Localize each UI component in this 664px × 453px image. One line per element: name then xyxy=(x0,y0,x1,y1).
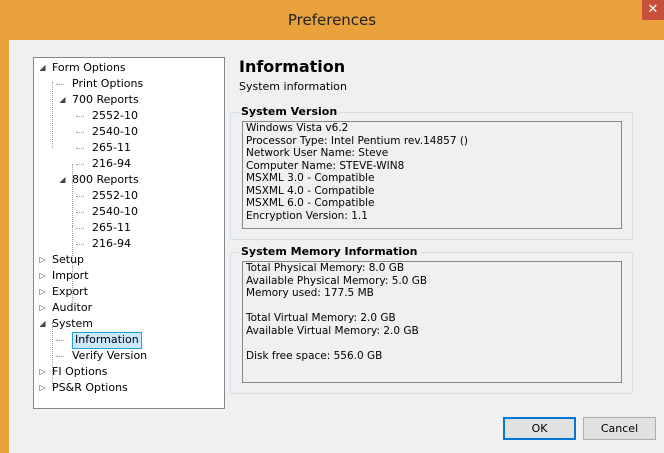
system-version-group: System Version Windows Vista v6.2 Proces… xyxy=(230,105,633,240)
system-version-line: MSXML 4.0 - Compatible xyxy=(246,184,375,197)
tree-connector xyxy=(56,356,64,357)
system-version-label: System Version xyxy=(239,105,340,118)
tree-item[interactable]: 700 Reports xyxy=(72,92,139,107)
tree-item[interactable]: Export xyxy=(52,284,88,299)
tree-item[interactable]: Import xyxy=(52,268,89,283)
tree-item[interactable]: 2540-10 xyxy=(92,124,138,139)
tree-connector xyxy=(76,244,84,245)
system-version-line: MSXML 3.0 - Compatible xyxy=(246,172,375,184)
tree-item[interactable]: System xyxy=(52,316,93,331)
tree-item[interactable]: 265-11 xyxy=(92,220,131,235)
tree-item[interactable]: Setup xyxy=(52,252,84,267)
tree-guide-line xyxy=(52,322,53,386)
memory-line xyxy=(243,300,621,313)
system-version-line: MSXML 6.0 - Compatible xyxy=(246,197,375,209)
tree-item[interactable]: Form Options xyxy=(52,60,126,75)
system-version-line: Network User Name: Steve xyxy=(246,147,389,159)
collapse-arrow-icon[interactable]: ◢ xyxy=(58,172,67,187)
tree-guide-line xyxy=(52,82,53,148)
memory-line: Available Virtual Memory: 2.0 GB xyxy=(246,324,419,337)
system-version-line: Computer Name: STEVE-WIN8 xyxy=(246,159,405,172)
memory-line: Memory used: 177.5 MB xyxy=(246,287,374,299)
expand-arrow-icon[interactable]: ▷ xyxy=(38,284,47,299)
tree-item[interactable]: FI Options xyxy=(52,364,108,379)
tree-connector xyxy=(56,340,64,341)
tree-connector xyxy=(76,212,84,213)
system-version-line: Windows Vista v6.2 xyxy=(246,122,349,134)
tree-item[interactable]: PS&R Options xyxy=(52,380,128,395)
memory-line xyxy=(243,337,621,350)
window-title: Preferences xyxy=(287,11,377,29)
title-bar: Preferences ✕ xyxy=(0,0,664,40)
tree-connector xyxy=(76,196,84,197)
ok-button[interactable]: OK xyxy=(503,417,576,440)
expand-arrow-icon[interactable]: ▷ xyxy=(38,300,47,315)
dialog-client: ◢ Form Options Print Options ◢ 700 Reports 25… xyxy=(9,40,664,453)
tree-guide-line xyxy=(72,226,73,306)
collapse-arrow-icon[interactable]: ◢ xyxy=(58,92,67,107)
collapse-arrow-icon[interactable]: ◢ xyxy=(38,316,47,331)
close-icon: ✕ xyxy=(647,2,659,17)
tree-item[interactable]: 2552-10 xyxy=(92,188,138,203)
page-subtitle: System information xyxy=(239,80,348,93)
tree-item[interactable]: Print Options xyxy=(72,76,143,91)
memory-line: Total Physical Memory: 8.0 GB xyxy=(246,262,405,274)
page-title: Information xyxy=(239,57,346,76)
tree-item[interactable]: 216-94 xyxy=(92,156,131,171)
tree-item[interactable]: Verify Version xyxy=(72,348,147,363)
system-memory-box: Total Physical Memory: 8.0 GB Available … xyxy=(242,261,622,383)
collapse-arrow-icon[interactable]: ◢ xyxy=(38,60,47,75)
memory-line: Total Virtual Memory: 2.0 GB xyxy=(246,312,396,324)
expand-arrow-icon[interactable]: ▷ xyxy=(38,380,47,395)
tree-connector xyxy=(76,132,84,133)
system-version-line: Processor Type: Intel Pentium rev.14857 … xyxy=(246,134,469,147)
cancel-button[interactable]: Cancel xyxy=(583,417,656,440)
system-version-box: Windows Vista v6.2 Processor Type: Intel… xyxy=(242,121,622,229)
tree-item[interactable]: Information xyxy=(72,332,142,349)
tree-item[interactable]: 2552-10 xyxy=(92,108,138,123)
options-tree[interactable]: ◢ Form Options Print Options ◢ 700 Reports 25… xyxy=(33,57,225,409)
close-button[interactable]: ✕ xyxy=(642,0,664,20)
tree-item[interactable]: 265-11 xyxy=(92,140,131,155)
memory-line: Available Physical Memory: 5.0 GB xyxy=(246,274,428,287)
expand-arrow-icon[interactable]: ▷ xyxy=(38,364,47,379)
preferences-window: Preferences ✕ ◢ Form Options Print Options… xyxy=(0,0,664,453)
system-memory-label: System Memory Information xyxy=(239,245,420,258)
tree-item[interactable]: 216-94 xyxy=(92,236,131,251)
system-version-line: Encryption Version: 1.1 xyxy=(246,209,368,222)
tree-connector xyxy=(76,148,84,149)
expand-arrow-icon[interactable]: ▷ xyxy=(38,268,47,283)
tree-connector xyxy=(56,84,64,85)
tree-connector xyxy=(76,228,84,229)
system-memory-group: System Memory Information Total Physical… xyxy=(230,245,633,394)
memory-line: Disk free space: 556.0 GB xyxy=(246,349,383,362)
tree-connector xyxy=(76,116,84,117)
tree-item[interactable]: 2540-10 xyxy=(92,204,138,219)
tree-item[interactable]: 800 Reports xyxy=(72,172,139,187)
expand-arrow-icon[interactable]: ▷ xyxy=(38,252,47,267)
tree-connector xyxy=(76,164,84,165)
